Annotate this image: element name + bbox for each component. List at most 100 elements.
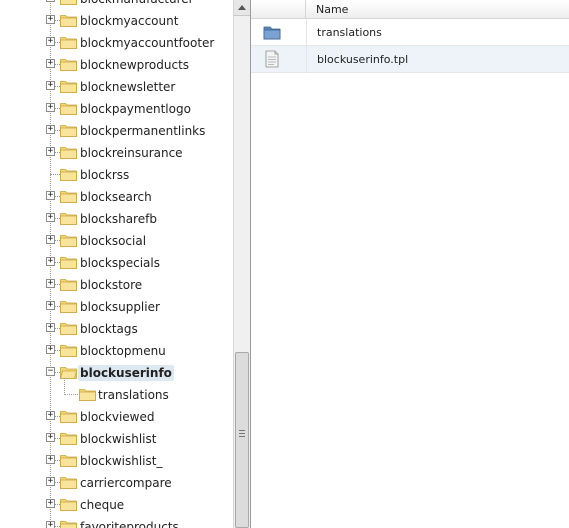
- expand-icon[interactable]: +: [46, 257, 55, 266]
- tree-item[interactable]: − blockuserinfo: [0, 362, 233, 384]
- tree-item-label[interactable]: translations: [96, 387, 171, 403]
- expand-icon[interactable]: +: [46, 235, 55, 244]
- folder-icon: [60, 59, 77, 71]
- expand-icon[interactable]: +: [46, 433, 55, 442]
- tree-item[interactable]: + carriercompare: [0, 472, 233, 494]
- tree-item-label[interactable]: blockviewed: [78, 409, 156, 425]
- folder-icon: [60, 279, 77, 291]
- expand-icon[interactable]: +: [46, 499, 55, 508]
- expand-icon[interactable]: +: [46, 37, 55, 46]
- tree-item-label[interactable]: blocksocial: [78, 233, 148, 249]
- tree-item-label[interactable]: favoriteproducts: [78, 519, 181, 528]
- tree-item-label[interactable]: blocksearch: [78, 189, 154, 205]
- folder-icon: [79, 389, 96, 401]
- tree-item-label[interactable]: blocksharefb: [78, 211, 159, 227]
- tree-item[interactable]: + blockmyaccount: [0, 10, 233, 32]
- scroll-up-arrow-icon[interactable]: [234, 0, 250, 16]
- grip-line: [239, 430, 245, 431]
- tree-item[interactable]: + blockreinsurance: [0, 142, 233, 164]
- tree-item-label[interactable]: blockmanufacturer: [78, 0, 196, 7]
- tree-item[interactable]: + blocksearch: [0, 186, 233, 208]
- tree-item[interactable]: + blockspecials: [0, 252, 233, 274]
- scroll-thumb[interactable]: [235, 352, 249, 528]
- tree-item[interactable]: + blockwishlist_: [0, 450, 233, 472]
- tree-item[interactable]: + favoriteproducts: [0, 516, 233, 528]
- expand-icon[interactable]: +: [46, 521, 55, 528]
- tree-item-label[interactable]: blockuserinfo: [78, 365, 174, 381]
- expand-icon[interactable]: +: [46, 323, 55, 332]
- collapse-icon[interactable]: −: [46, 367, 55, 376]
- tree-item-label[interactable]: blocknewsletter: [78, 79, 177, 95]
- expand-icon[interactable]: +: [46, 15, 55, 24]
- folder-icon: [60, 191, 77, 203]
- tree-item[interactable]: + blockmyaccountfooter: [0, 32, 233, 54]
- tree-item[interactable]: translations: [0, 378, 233, 406]
- expand-icon[interactable]: +: [46, 455, 55, 464]
- tree-item-label[interactable]: blocktags: [78, 321, 140, 337]
- expand-icon[interactable]: +: [46, 213, 55, 222]
- name-column-header[interactable]: Name: [316, 3, 348, 16]
- tree-item[interactable]: + blocktags: [0, 318, 233, 340]
- tree-item-label[interactable]: blockmyaccount: [78, 13, 180, 29]
- tree-item[interactable]: + blocksocial: [0, 230, 233, 252]
- icon-column-header[interactable]: [251, 0, 306, 18]
- column-separator: [306, 46, 307, 73]
- tree-item-label[interactable]: blockwishlist: [78, 431, 158, 447]
- expand-icon[interactable]: +: [46, 279, 55, 288]
- folder-icon: [60, 411, 77, 423]
- tree-scrollbar[interactable]: [233, 0, 250, 528]
- tree-item-label[interactable]: blockwishlist_: [78, 453, 164, 469]
- folder-icon: [60, 521, 77, 528]
- file-row[interactable]: translations: [251, 19, 569, 46]
- expand-icon[interactable]: +: [46, 81, 55, 90]
- expand-icon[interactable]: +: [46, 345, 55, 354]
- tree-connector-line: [64, 394, 78, 395]
- file-row[interactable]: blockuserinfo.tpl: [251, 46, 569, 73]
- tree-item[interactable]: + blocksharefb: [0, 208, 233, 230]
- tree-item[interactable]: + blocknewsletter: [0, 76, 233, 98]
- folder-icon: [263, 26, 281, 40]
- tree-item[interactable]: + blockstore: [0, 274, 233, 296]
- tree-item-label[interactable]: cheque: [78, 497, 126, 513]
- tree-item-label[interactable]: blockspecials: [78, 255, 162, 271]
- tree-item[interactable]: + blockpaymentlogo: [0, 98, 233, 120]
- expand-icon[interactable]: +: [46, 411, 55, 420]
- tree-item[interactable]: + blockviewed: [0, 406, 233, 428]
- tree-item-label[interactable]: blockmyaccountfooter: [78, 35, 216, 51]
- tree-item[interactable]: blockrss: [0, 164, 233, 186]
- tree-item-label[interactable]: blocknewproducts: [78, 57, 191, 73]
- expand-icon[interactable]: +: [46, 191, 55, 200]
- expand-icon[interactable]: +: [46, 477, 55, 486]
- expand-icon[interactable]: +: [46, 103, 55, 112]
- tree-item[interactable]: + cheque: [0, 494, 233, 516]
- grip-line: [239, 436, 245, 437]
- tree-item-label[interactable]: blocksupplier: [78, 299, 162, 315]
- tree-item-label[interactable]: blocktopmenu: [78, 343, 168, 359]
- tree-item-label[interactable]: blockpermanentlinks: [78, 123, 207, 139]
- tree-item[interactable]: + blocknewproducts: [0, 54, 233, 76]
- expand-icon[interactable]: +: [46, 0, 55, 2]
- expand-icon[interactable]: +: [46, 301, 55, 310]
- tree-item-label[interactable]: blockreinsurance: [78, 145, 185, 161]
- tree-item[interactable]: + blocktopmenu: [0, 340, 233, 362]
- expand-icon[interactable]: +: [46, 59, 55, 68]
- tree-item-label[interactable]: carriercompare: [78, 475, 174, 491]
- tree-connector-line: [64, 378, 65, 395]
- column-separator: [306, 19, 307, 46]
- tree-item[interactable]: + blockmanufacturer: [0, 0, 233, 10]
- tree-item[interactable]: + blockwishlist: [0, 428, 233, 450]
- tree-item-label[interactable]: blockrss: [78, 167, 131, 183]
- expand-icon[interactable]: +: [46, 147, 55, 156]
- tree-item-label[interactable]: blockpaymentlogo: [78, 101, 193, 117]
- tree-item[interactable]: + blocksupplier: [0, 296, 233, 318]
- list-header: Name: [251, 0, 569, 19]
- expand-icon[interactable]: +: [46, 125, 55, 134]
- tree-item-label[interactable]: blockstore: [78, 277, 144, 293]
- tree-connector-line: [50, 174, 60, 175]
- folder-icon: [60, 37, 77, 49]
- folder-icon: [60, 125, 77, 137]
- folder-icon: [60, 213, 77, 225]
- folder-icon: [60, 455, 77, 467]
- folder-icon: [60, 433, 77, 445]
- tree-item[interactable]: + blockpermanentlinks: [0, 120, 233, 142]
